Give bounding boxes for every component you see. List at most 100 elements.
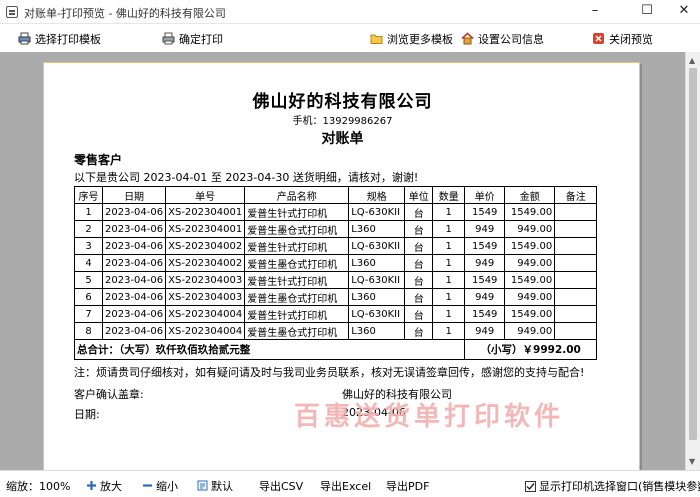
cell-qty: 1 [432, 288, 466, 306]
window-title: 对账单-打印预览 - 佛山好的科技有限公司 [24, 7, 226, 20]
table-row: 6 2023-04-06 XS-202304003 爱普生墨仓式打印机 L360 台 1 94… [74, 288, 598, 306]
cell-date: 2023-04-06 [101, 254, 167, 272]
cell-remark [554, 288, 598, 306]
cell-amount: 949.00 [504, 254, 556, 272]
document-title: 对账单 [321, 131, 364, 147]
zoom-out-button[interactable]: 缩小 [142, 478, 178, 494]
cell-remark [554, 220, 598, 238]
preview-area[interactable]: 佛山好的科技有限公司 手机：13929986267 对账单 零售客户 以下是贵公… [0, 52, 685, 470]
cell-no: 4 [74, 254, 103, 272]
table-header-row: 序号 日期 单号 产品名称 规格 单位 数量 单价 金额 备注 [74, 186, 598, 204]
table-row: 3 2023-04-06 XS-202304002 爱普生针式打印机 LQ-630KII… [74, 237, 598, 255]
export-csv-button[interactable]: 导出CSV [259, 478, 303, 494]
cell-unit: 台 [404, 254, 434, 272]
statement-intro: 以下是贵公司 2023-04-01 至 2023-04-30 送货明细，请核对，… [74, 171, 419, 184]
cell-date: 2023-04-06 [101, 220, 167, 238]
maximize-button[interactable]: ☐ [632, 0, 662, 24]
folder-icon [370, 32, 383, 45]
cell-remark [554, 305, 598, 323]
total-uppercase: 总合计：（大写）玖仟玖佰玖拾贰元整 [73, 339, 466, 360]
show-printer-option[interactable]: 显示打印机选择窗口(销售模块参数 [525, 478, 700, 494]
cell-spec: LQ-630KII [348, 237, 406, 255]
cell-amount: 1549.00 [504, 203, 556, 221]
col-header-qty: 数量 [432, 186, 466, 204]
col-header-unit: 单位 [404, 186, 434, 204]
cell-spec: LQ-630KII [348, 271, 406, 289]
cell-qty: 1 [432, 322, 466, 340]
cell-unit: 台 [404, 305, 434, 323]
cell-price: 1549 [464, 237, 506, 255]
col-header-remark: 备注 [554, 186, 598, 204]
cell-no: 6 [74, 288, 103, 306]
browse-templates-label: 浏览更多模板 [387, 33, 453, 46]
cell-order: XS-202304001 [165, 203, 246, 221]
minus-icon [142, 480, 153, 491]
cell-amount: 1549.00 [504, 271, 556, 289]
total-row: 总合计：（大写）玖仟玖佰玖拾贰元整 （小写）￥9992.00 [73, 339, 598, 360]
scroll-thumb[interactable] [689, 68, 697, 440]
cell-date: 2023-04-06 [101, 271, 167, 289]
table-row: 7 2023-04-06 XS-202304004 爱普生针式打印机 LQ-630KII… [74, 305, 598, 323]
table-row: 4 2023-04-06 XS-202304002 爱普生墨仓式打印机 L360 台 1 94… [74, 254, 598, 272]
cell-date: 2023-04-06 [101, 305, 167, 323]
col-header-no: 序号 [74, 186, 103, 204]
default-view-icon [197, 480, 208, 491]
export-excel-button[interactable]: 导出Excel [320, 478, 371, 494]
default-zoom-button[interactable]: 默认 [197, 478, 233, 494]
cell-price: 1549 [464, 271, 506, 289]
select-template-label: 选择打印模板 [35, 33, 101, 46]
cell-qty: 1 [432, 271, 466, 289]
col-header-order: 单号 [165, 186, 246, 204]
zoom-level: 缩放：100% [6, 480, 71, 493]
cell-date: 2023-04-06 [101, 288, 167, 306]
title-bar: 对账单-打印预览 - 佛山好的科技有限公司 – ☐ ✕ [0, 0, 700, 24]
close-window-button[interactable]: ✕ [669, 0, 699, 24]
cell-unit: 台 [404, 203, 434, 221]
cell-product: 爱普生针式打印机 [244, 203, 350, 221]
cell-no: 1 [74, 203, 103, 221]
cell-unit: 台 [404, 271, 434, 289]
show-printer-checkbox[interactable] [525, 481, 536, 492]
table-row: 5 2023-04-06 XS-202304003 爱普生针式打印机 LQ-630KII… [74, 271, 598, 289]
app-icon [6, 6, 18, 18]
cell-spec: L360 [348, 288, 406, 306]
vertical-scrollbar[interactable]: ▲ ▼ [685, 52, 700, 470]
confirm-print-label: 确定打印 [179, 33, 223, 46]
scroll-up-icon[interactable]: ▲ [689, 56, 695, 65]
cell-remark [554, 237, 598, 255]
cell-no: 2 [74, 220, 103, 238]
export-pdf-button[interactable]: 导出PDF [386, 478, 429, 494]
select-template-button[interactable]: 选择打印模板 [18, 31, 101, 49]
cell-amount: 949.00 [504, 322, 556, 340]
customer-sign-label: 客户确认盖章: [74, 388, 144, 401]
cell-product: 爱普生墨仓式打印机 [244, 322, 350, 340]
watermark: 百惠送货单打印软件 [294, 402, 565, 432]
cell-no: 8 [74, 322, 103, 340]
cell-price: 1549 [464, 305, 506, 323]
table-row: 2 2023-04-06 XS-202304001 爱普生墨仓式打印机 L360 台 1 94… [74, 220, 598, 238]
cell-price: 949 [464, 254, 506, 272]
scroll-down-icon[interactable]: ▼ [689, 457, 695, 466]
cell-no: 5 [74, 271, 103, 289]
confirm-print-button[interactable]: 确定打印 [162, 31, 223, 49]
toolbar: 选择打印模板 确定打印 浏览更多模板 设置公司信息 关闭预览 [0, 28, 700, 52]
company-info-button[interactable]: 设置公司信息 [461, 31, 544, 49]
cell-no: 3 [74, 237, 103, 255]
house-icon [461, 32, 474, 45]
close-preview-button[interactable]: 关闭预览 [592, 31, 653, 49]
browse-templates-button[interactable]: 浏览更多模板 [370, 31, 453, 49]
col-header-spec: 规格 [348, 186, 406, 204]
zoom-in-button[interactable]: 放大 [86, 478, 122, 494]
cell-unit: 台 [404, 322, 434, 340]
cell-spec: L360 [348, 220, 406, 238]
cell-order: XS-202304002 [165, 237, 246, 255]
close-icon [592, 32, 605, 45]
customer-name: 零售客户 [74, 153, 123, 167]
col-header-amount: 金额 [504, 186, 556, 204]
cell-remark [554, 203, 598, 221]
statement-note: 注：烦请贵司仔细核对，如有疑问请及时与我司业务员联系，核对无误请签章回传，感谢您… [74, 366, 585, 379]
cell-qty: 1 [432, 237, 466, 255]
cell-amount: 1549.00 [504, 305, 556, 323]
minimize-button[interactable]: – [580, 0, 610, 24]
cell-unit: 台 [404, 220, 434, 238]
